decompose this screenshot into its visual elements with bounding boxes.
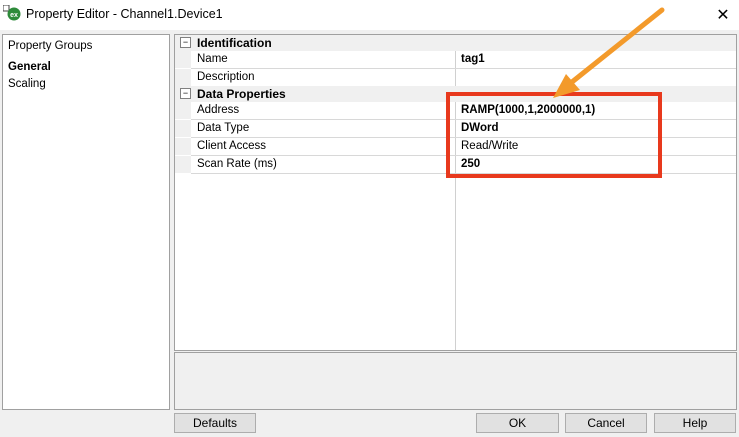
- property-row-scan-rate[interactable]: Scan Rate (ms) 250: [175, 156, 736, 173]
- property-row-description[interactable]: Description: [175, 69, 736, 86]
- collapse-icon[interactable]: −: [180, 37, 191, 48]
- property-name: Description: [197, 71, 255, 83]
- property-name: Name: [197, 53, 228, 65]
- property-grid: − Identification Name tag1 Description −…: [174, 34, 737, 351]
- title-bar: ex Property Editor - Channel1.Device1 ✕: [0, 0, 739, 30]
- close-button[interactable]: ✕: [708, 2, 738, 28]
- group-item-general[interactable]: General: [8, 61, 51, 73]
- property-value[interactable]: Read/Write: [461, 140, 518, 152]
- property-row-client-access[interactable]: Client Access Read/Write: [175, 138, 736, 155]
- cancel-button[interactable]: Cancel: [565, 413, 647, 433]
- row-gutter: [175, 120, 191, 137]
- property-row-name[interactable]: Name tag1: [175, 51, 736, 68]
- group-item-scaling[interactable]: Scaling: [8, 78, 46, 90]
- window-title: Property Editor - Channel1.Device1: [26, 7, 223, 21]
- defaults-button[interactable]: Defaults: [174, 413, 256, 433]
- property-name: Data Type: [197, 122, 250, 134]
- row-gutter: [175, 51, 191, 68]
- description-panel: [174, 352, 737, 410]
- row-gutter: [175, 102, 191, 119]
- category-identification[interactable]: − Identification: [175, 35, 736, 51]
- row-gutter: [175, 69, 191, 86]
- svg-text:ex: ex: [10, 12, 18, 19]
- collapse-icon[interactable]: −: [180, 88, 191, 99]
- property-name: Address: [197, 104, 240, 116]
- row-gutter: [175, 156, 191, 173]
- close-icon: ✕: [716, 7, 730, 24]
- property-row-address[interactable]: Address RAMP(1000,1,2000000,1): [175, 102, 736, 119]
- property-value[interactable]: RAMP(1000,1,2000000,1): [461, 104, 595, 116]
- property-value[interactable]: 250: [461, 158, 480, 170]
- category-label: Data Properties: [197, 87, 286, 101]
- property-name: Scan Rate (ms): [197, 158, 277, 170]
- property-groups-panel: Property Groups General Scaling: [2, 34, 170, 410]
- property-groups-header: Property Groups: [8, 40, 93, 52]
- property-name: Client Access: [197, 140, 267, 152]
- property-value[interactable]: DWord: [461, 122, 498, 134]
- ok-button[interactable]: OK: [476, 413, 559, 433]
- row-separator: [191, 173, 736, 174]
- help-button[interactable]: Help: [654, 413, 736, 433]
- category-label: Identification: [197, 36, 272, 50]
- category-data-properties[interactable]: − Data Properties: [175, 86, 736, 102]
- property-value[interactable]: tag1: [461, 53, 485, 65]
- row-gutter: [175, 138, 191, 155]
- app-icon: ex: [3, 5, 21, 21]
- property-row-data-type[interactable]: Data Type DWord: [175, 120, 736, 137]
